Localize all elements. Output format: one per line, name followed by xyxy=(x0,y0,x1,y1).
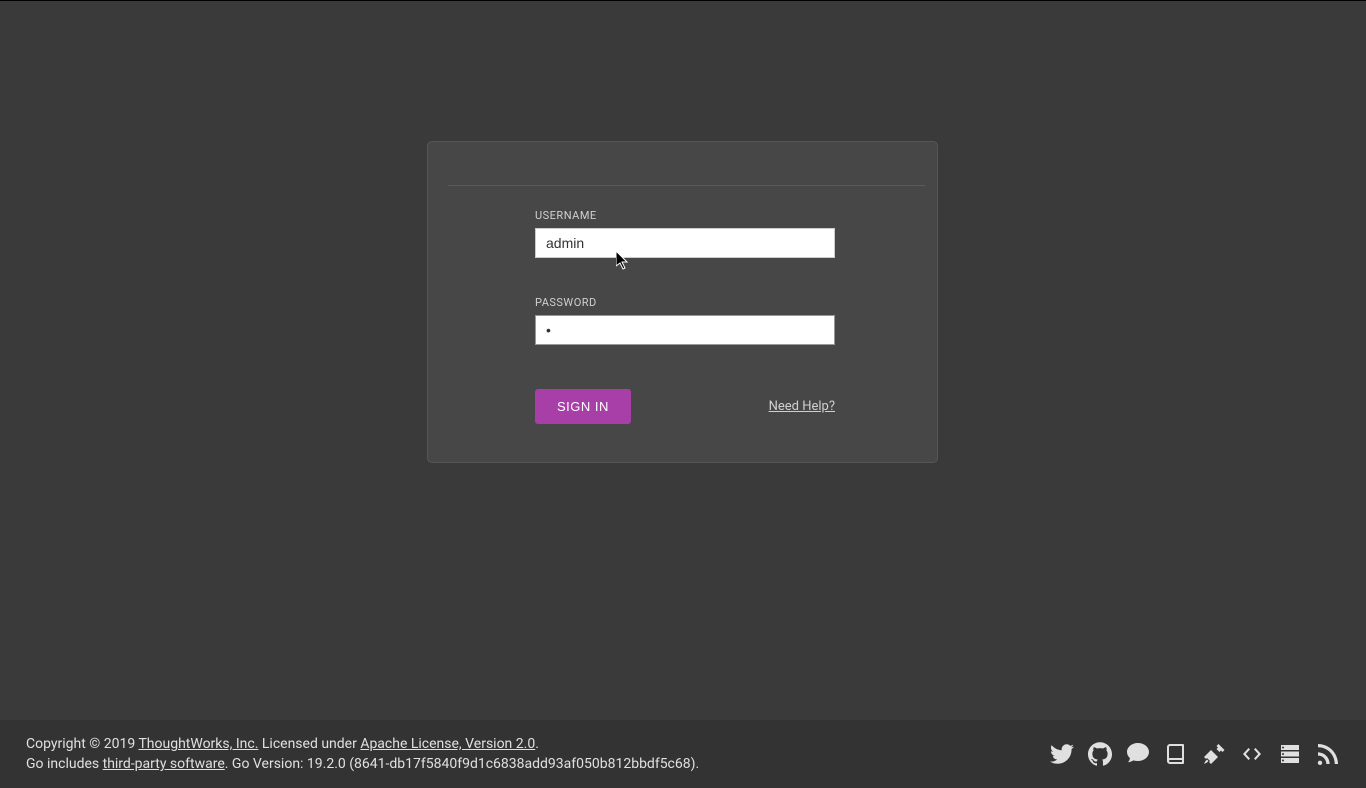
footer-text: Copyright © 2019 ThoughtWorks, Inc. Lice… xyxy=(26,734,699,774)
password-input[interactable] xyxy=(535,315,835,345)
username-group: USERNAME xyxy=(535,209,830,258)
license-link[interactable]: Apache License, Version 2.0 xyxy=(360,736,535,752)
action-row: SIGN IN Need Help? xyxy=(535,389,835,424)
company-link[interactable]: ThoughtWorks, Inc. xyxy=(138,736,258,752)
license-suffix: . xyxy=(535,736,539,752)
third-party-link[interactable]: third-party software xyxy=(103,756,225,772)
copyright-prefix: Copyright © 2019 xyxy=(26,736,138,752)
code-icon[interactable] xyxy=(1240,742,1264,766)
card-divider xyxy=(448,185,925,186)
rss-icon[interactable] xyxy=(1316,742,1340,766)
version-text: . Go Version: 19.2.0 (8641-db17f5840f9d1… xyxy=(225,756,699,772)
username-label: USERNAME xyxy=(535,209,830,222)
username-input[interactable] xyxy=(535,228,835,258)
chat-icon[interactable] xyxy=(1126,742,1150,766)
footer-icons xyxy=(1050,742,1340,766)
license-prefix: Licensed under xyxy=(258,736,360,752)
footer: Copyright © 2019 ThoughtWorks, Inc. Lice… xyxy=(0,720,1366,788)
signin-button[interactable]: SIGN IN xyxy=(535,389,631,424)
login-form: USERNAME PASSWORD SIGN IN Need Help? xyxy=(535,209,830,424)
password-group: PASSWORD xyxy=(535,296,830,345)
copyright-line: Copyright © 2019 ThoughtWorks, Inc. Lice… xyxy=(26,734,699,754)
login-card: USERNAME PASSWORD SIGN IN Need Help? xyxy=(427,141,938,463)
password-label: PASSWORD xyxy=(535,296,830,309)
book-icon[interactable] xyxy=(1164,742,1188,766)
top-bar xyxy=(0,0,1366,1)
github-icon[interactable] xyxy=(1088,742,1112,766)
plug-icon[interactable] xyxy=(1202,742,1226,766)
twitter-icon[interactable] xyxy=(1050,742,1074,766)
server-icon[interactable] xyxy=(1278,742,1302,766)
go-includes-prefix: Go includes xyxy=(26,756,103,772)
need-help-link[interactable]: Need Help? xyxy=(769,399,835,414)
version-line: Go includes third-party software. Go Ver… xyxy=(26,754,699,774)
